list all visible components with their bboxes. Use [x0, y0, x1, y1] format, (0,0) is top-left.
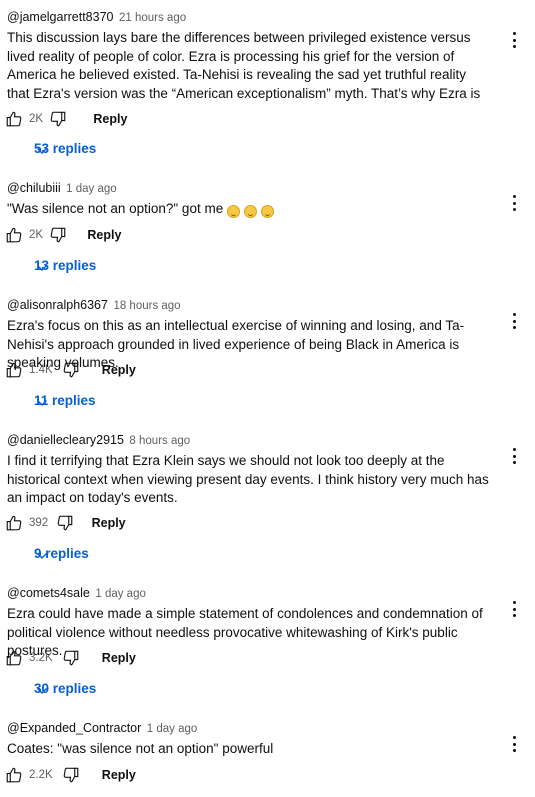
comment-actions: 392 Reply: [5, 514, 205, 536]
like-count: 1.4K: [29, 364, 53, 376]
like-button[interactable]: [5, 766, 23, 786]
comment-author[interactable]: @chilubiii: [7, 181, 61, 195]
more-actions-icon[interactable]: [505, 731, 525, 757]
thumbs-down-icon: [62, 650, 80, 671]
dislike-button[interactable]: [49, 110, 67, 130]
dislike-button[interactable]: [49, 226, 67, 246]
thumbs-down-icon: [56, 515, 74, 536]
comment-author[interactable]: @daniellecleary2915: [7, 433, 124, 447]
thumbs-down-icon: [62, 767, 80, 788]
like-count: 2K: [29, 229, 44, 241]
reply-button[interactable]: Reply: [87, 228, 121, 242]
reply-button[interactable]: Reply: [102, 651, 136, 665]
comment-text: I find it terrifying that Ezra Klein say…: [7, 452, 489, 508]
view-replies-button[interactable]: 30 replies: [9, 680, 129, 700]
reply-button[interactable]: Reply: [102, 363, 136, 377]
replies-count-label: 9 replies: [34, 546, 89, 561]
view-replies-button[interactable]: 13 replies: [9, 257, 129, 277]
comment-actions: 3.2K Reply: [5, 649, 205, 671]
comment-timestamp[interactable]: 21 hours ago: [119, 12, 186, 24]
like-count: 2.2K: [29, 769, 53, 781]
comment-text: "Was silence not an option?" got megrinn…: [7, 200, 489, 219]
comment-author[interactable]: @alisonralph6367: [7, 298, 108, 312]
reply-button[interactable]: Reply: [93, 112, 127, 126]
comment-timestamp[interactable]: 1 day ago: [66, 183, 117, 195]
more-actions-icon[interactable]: [505, 308, 525, 334]
comment-body: This discussion lays bare the difference…: [7, 30, 481, 101]
thumbs-up-icon: [5, 650, 23, 671]
reply-button[interactable]: Reply: [102, 768, 136, 782]
like-count: 392: [29, 517, 49, 529]
like-button[interactable]: [5, 649, 23, 669]
thumbs-up-icon: [5, 362, 23, 383]
comment-actions: 2.2K Reply: [5, 766, 205, 788]
thumbs-down-icon: [49, 111, 67, 132]
more-actions-icon[interactable]: [505, 443, 525, 469]
reply-button[interactable]: Reply: [92, 516, 126, 530]
grinning-sweat-emoji: grinning-sweat-emoji: [227, 205, 241, 218]
comment-meta: @alisonralph6367 18 hours ago: [7, 298, 181, 312]
replies-count-label: 30 replies: [34, 681, 97, 696]
thumbs-down-icon: [62, 362, 80, 383]
like-button[interactable]: [5, 361, 23, 381]
comment-body: Coates: "was silence not an option" powe…: [7, 741, 274, 756]
comment-text: Coates: "was silence not an option" powe…: [7, 740, 489, 759]
comment-meta: @daniellecleary2915 8 hours ago: [7, 433, 190, 447]
thumbs-up-icon: [5, 111, 23, 132]
like-button[interactable]: [5, 514, 23, 534]
thumbs-down-icon: [49, 227, 67, 248]
like-button[interactable]: [5, 226, 23, 246]
replies-count-label: 11 replies: [34, 393, 96, 408]
comment-author[interactable]: @Expanded_Contractor: [7, 721, 141, 735]
comment-text: This discussion lays bare the difference…: [7, 29, 489, 103]
comment-author[interactable]: @jamelgarrett8370: [7, 10, 114, 24]
comment-meta: @comets4sale 1 day ago: [7, 586, 146, 600]
like-count: 2K: [29, 113, 44, 125]
dislike-button[interactable]: [62, 649, 80, 669]
thumbs-up-icon: [5, 227, 23, 248]
comment-meta: @jamelgarrett8370 21 hours ago: [7, 10, 186, 24]
more-actions-icon[interactable]: [505, 596, 525, 622]
dislike-button[interactable]: [56, 514, 74, 534]
comment-timestamp[interactable]: 1 day ago: [95, 588, 146, 600]
view-replies-button[interactable]: 9 replies: [9, 545, 129, 565]
comment-timestamp[interactable]: 18 hours ago: [113, 300, 180, 312]
comment-meta: @chilubiii 1 day ago: [7, 181, 117, 195]
comment-actions: 1.4K Reply: [5, 361, 205, 383]
like-button[interactable]: [5, 110, 23, 130]
replies-count-label: 13 replies: [34, 258, 97, 273]
comment-author[interactable]: @comets4sale: [7, 586, 90, 600]
replies-count-label: 53 replies: [34, 141, 97, 156]
grinning-sweat-emoji: grinning-sweat-emoji: [244, 205, 258, 218]
like-count: 3.2K: [29, 652, 53, 664]
comment-meta: @Expanded_Contractor 1 day ago: [7, 721, 197, 735]
thumbs-up-icon: [5, 767, 23, 788]
dislike-button[interactable]: [62, 361, 80, 381]
more-actions-icon[interactable]: [505, 190, 525, 216]
dislike-button[interactable]: [62, 766, 80, 786]
view-replies-button[interactable]: 53 replies: [9, 140, 129, 160]
comment-timestamp[interactable]: 8 hours ago: [129, 435, 190, 447]
comment-timestamp[interactable]: 1 day ago: [147, 723, 198, 735]
comment-body: "Was silence not an option?" got me: [7, 201, 224, 216]
comment-actions: 2K Reply: [5, 226, 205, 248]
view-replies-button[interactable]: 11 replies: [9, 392, 129, 412]
thumbs-up-icon: [5, 515, 23, 536]
grinning-sweat-emoji: grinning-sweat-emoji: [261, 205, 275, 218]
more-actions-icon[interactable]: [505, 27, 525, 53]
comment-actions: 2K Reply: [5, 110, 205, 132]
comment-body: I find it terrifying that Ezra Klein say…: [7, 453, 489, 505]
